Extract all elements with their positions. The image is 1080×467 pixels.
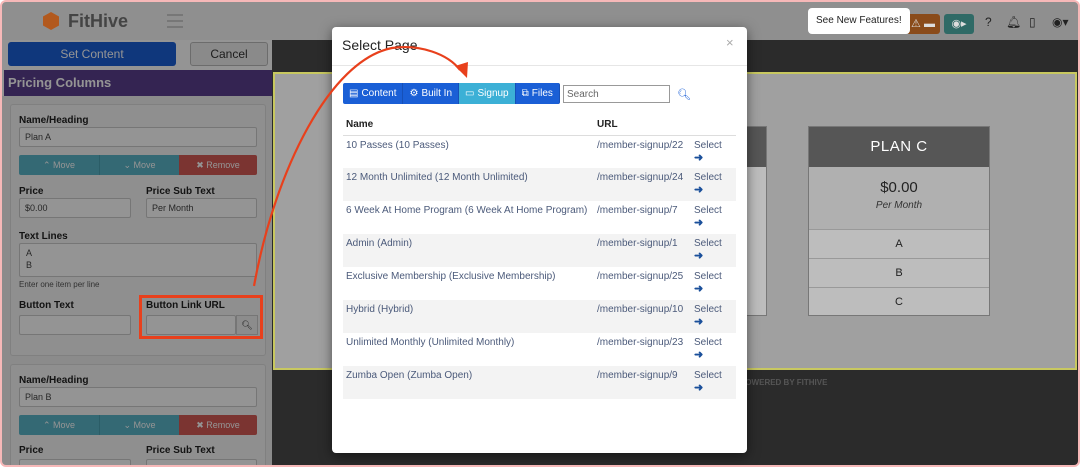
select-action[interactable]: Select ➜ <box>691 267 736 300</box>
page-url: /member-signup/9 <box>594 366 691 399</box>
tab-built-in[interactable]: ⚙ Built In <box>403 83 460 104</box>
select-action[interactable]: Select ➜ <box>691 300 736 333</box>
document-icon: ▤ <box>349 88 359 99</box>
select-action[interactable]: Select ➜ <box>691 366 736 399</box>
column-header-name: Name <box>343 115 594 136</box>
gears-icon: ⚙ <box>409 88 419 99</box>
page-url: /member-signup/25 <box>597 271 684 282</box>
modal-title: Select Page <box>342 37 418 53</box>
table-row: Hybrid (Hybrid)/member-signup/10 Select ➜ <box>343 300 736 333</box>
page-name: 6 Week At Home Program (6 Week At Home P… <box>346 205 588 216</box>
table-row: Admin (Admin)/member-signup/1 Select ➜ <box>343 234 736 267</box>
arrow-right-icon[interactable]: ➜ <box>694 283 733 296</box>
table-row: 6 Week At Home Program (6 Week At Home P… <box>343 201 736 234</box>
select-link[interactable]: Select <box>694 238 722 249</box>
modal-divider <box>332 65 747 66</box>
page-name: Unlimited Monthly (Unlimited Monthly) <box>346 337 515 348</box>
page-url: /member-signup/24 <box>594 168 691 201</box>
column-header-action <box>691 115 736 136</box>
table-row: Unlimited Monthly (Unlimited Monthly) /me… <box>343 333 736 366</box>
plan-c-line: C <box>809 287 989 316</box>
select-link[interactable]: Select <box>694 205 722 216</box>
files-icon: ⧉ <box>521 88 529 99</box>
arrow-right-icon[interactable]: ➜ <box>694 250 733 263</box>
select-link[interactable]: Select <box>694 140 722 151</box>
select-link[interactable]: Select <box>694 337 722 348</box>
page-name: 12 Month Unlimited (12 Month Unlimited) <box>343 168 594 201</box>
alert-button[interactable]: ⚠ ▬ <box>906 14 940 34</box>
arrow-right-icon[interactable]: ➜ <box>694 316 733 329</box>
tab-label: Files <box>531 88 553 99</box>
search-icon[interactable]: 🔍︎ <box>677 88 691 101</box>
page-url: /member-signup/10 <box>594 300 691 333</box>
mobile-preview-icon[interactable]: ▯ <box>1029 15 1036 29</box>
annotation-highlight <box>139 295 263 339</box>
page-url: /member-signup/7 <box>597 205 678 216</box>
page-name: Hybrid (Hybrid) <box>343 300 594 333</box>
card-icon: ▬ <box>923 18 935 30</box>
id-card-icon: ▭ <box>465 88 475 99</box>
bell-icon[interactable]: 🔔︎ <box>1006 15 1021 29</box>
brand-logo[interactable]: FitHive <box>40 10 128 32</box>
select-link[interactable]: Select <box>694 271 722 282</box>
page-name: Admin (Admin) <box>343 234 594 267</box>
page-url: /member-signup/22 <box>597 139 684 151</box>
tab-label: Built In <box>421 88 453 99</box>
fithive-logo-icon <box>40 10 62 32</box>
arrow-right-icon[interactable]: ➜ <box>694 382 733 395</box>
tab-content[interactable]: ▤ Content <box>343 83 404 104</box>
menu-toggle-icon[interactable] <box>167 14 183 28</box>
select-action[interactable]: Select ➜ <box>691 168 736 201</box>
plan-c-price-block: $0.00 Per Month <box>809 167 989 229</box>
plan-c-line: B <box>809 258 989 287</box>
select-link[interactable]: Select <box>694 172 722 183</box>
record-icon: ◉▸ <box>951 18 967 30</box>
tab-signup[interactable]: ▭ Signup <box>459 83 516 104</box>
plan-c-line: A <box>809 229 989 258</box>
table-row: 10 Passes (10 Passes) /member-signup/22 Se… <box>343 135 736 168</box>
arrow-right-icon[interactable]: ➜ <box>694 217 733 230</box>
plan-c-card: PLAN C $0.00 Per Month A B C <box>808 126 990 316</box>
plan-c-price: $0.00 <box>880 179 918 196</box>
page-url: /member-signup/1 <box>594 234 691 267</box>
select-link[interactable]: Select <box>694 304 722 315</box>
page-name: Exclusive Membership (Exclusive Membersh… <box>346 271 556 282</box>
table-row: Zumba Open (Zumba Open)/member-signup/9 S… <box>343 366 736 399</box>
tab-files[interactable]: ⧉ Files <box>515 83 560 104</box>
brand-name: FitHive <box>68 10 129 31</box>
signup-pages-table: Name URL 10 Passes (10 Passes) /member-si… <box>343 115 736 399</box>
page-type-tabs: ▤ Content ⚙ Built In ▭ Signup ⧉ Files <box>343 83 560 104</box>
user-menu-icon[interactable]: ◉▾ <box>1052 15 1069 29</box>
arrow-right-icon[interactable]: ➜ <box>694 152 733 165</box>
table-row: Exclusive Membership (Exclusive Membersh… <box>343 267 736 300</box>
tab-label: Content <box>361 88 397 99</box>
see-new-features-button[interactable]: See New Features! <box>808 8 910 34</box>
warning-icon: ⚠ <box>911 18 921 30</box>
select-action[interactable]: Select ➜ <box>691 234 736 267</box>
help-icon[interactable]: ? <box>985 15 992 29</box>
powered-by-footer: POWERED BY FITHIVE <box>740 378 828 387</box>
modal-backdrop[interactable] <box>2 40 272 465</box>
table-row: 12 Month Unlimited (12 Month Unlimited) /… <box>343 168 736 201</box>
arrow-right-icon[interactable]: ➜ <box>694 349 733 362</box>
select-action[interactable]: Select ➜ <box>691 201 736 234</box>
search-input[interactable] <box>563 85 670 103</box>
column-header-url: URL <box>594 115 691 136</box>
page-name: 10 Passes (10 Passes) <box>346 139 449 151</box>
table-header-row: Name URL <box>343 115 736 136</box>
close-icon[interactable]: × <box>726 35 734 50</box>
plan-c-title: PLAN C <box>809 127 989 167</box>
select-link[interactable]: Select <box>694 370 722 381</box>
recording-button[interactable]: ◉▸ <box>944 14 974 34</box>
plan-c-per: Per Month <box>875 200 923 211</box>
select-action[interactable]: Select ➜ <box>691 333 736 366</box>
select-action[interactable]: Select ➜ <box>691 135 736 168</box>
select-page-modal: Select Page × ▤ Content ⚙ Built In ▭ Signup… <box>332 27 747 453</box>
page-url: /member-signup/23 <box>597 337 684 348</box>
arrow-right-icon[interactable]: ➜ <box>694 184 733 197</box>
tab-label: Signup <box>477 88 509 99</box>
page-name: Zumba Open (Zumba Open) <box>343 366 594 399</box>
